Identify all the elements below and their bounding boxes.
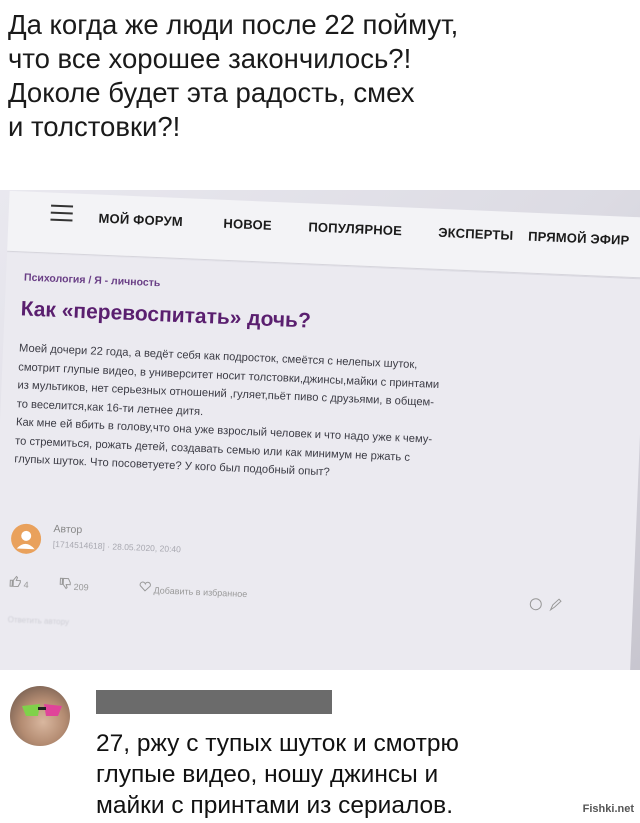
edit-icon[interactable]: [548, 598, 563, 615]
nav-live[interactable]: ПРЯМОЙ ЭФИР: [528, 229, 630, 248]
post-actions: 4 209 Добавить в избранное: [9, 575, 569, 618]
thumbs-down-icon: [59, 577, 71, 590]
meme-caption: Да когда же люди после 22 поймут, что вс…: [8, 8, 632, 144]
sunglasses-icon: [22, 704, 62, 716]
caption-line: и толстовки?!: [8, 111, 181, 142]
caption-line: Да когда же люди после 22 поймут,: [8, 9, 459, 40]
nav-popular[interactable]: ПОПУЛЯРНОЕ: [308, 219, 402, 238]
forum-screen-photo: МОЙ ФОРУМ НОВОЕ ПОПУЛЯРНОЕ ЭКСПЕРТЫ ПРЯМ…: [0, 190, 640, 670]
nav-my-forum[interactable]: МОЙ ФОРУМ: [98, 211, 183, 230]
comment-text: 27, ржу с тупых шуток и смотрю глупые ви…: [96, 728, 616, 821]
caption-line: что все хорошее закончилось?!: [8, 43, 412, 74]
comment-line: майки с принтами из сериалов.: [96, 792, 453, 819]
post-content: Психология / Я - личность Как «перевоспи…: [0, 252, 640, 670]
comment-line: глупые видео, ношу джинсы и: [96, 761, 439, 788]
user-icon: [16, 530, 35, 550]
commenter-avatar: [10, 686, 70, 746]
nav-new[interactable]: НОВОЕ: [223, 216, 272, 233]
heart-icon: [139, 581, 151, 592]
dislike-button[interactable]: 209: [59, 577, 89, 592]
comment: 27, ржу с тупых шуток и смотрю глупые ви…: [0, 670, 640, 823]
author-label: Автор: [53, 522, 83, 537]
author-avatar: [10, 523, 42, 555]
reply-icon[interactable]: [528, 597, 543, 614]
add-favorite-label: Добавить в избранное: [153, 585, 248, 600]
watermark: Fishki.net: [582, 803, 634, 815]
like-count: 4: [23, 579, 29, 590]
comment-line: 27, ржу с тупых шуток и смотрю: [96, 730, 459, 757]
reply-to-author-link[interactable]: Ответить автору: [8, 615, 70, 627]
post-title: Как «перевоспитать» дочь?: [20, 297, 312, 333]
breadcrumb[interactable]: Психология / Я - личность: [24, 272, 161, 290]
dislike-count: 209: [73, 581, 89, 593]
forum-screen: МОЙ ФОРУМ НОВОЕ ПОПУЛЯРНОЕ ЭКСПЕРТЫ ПРЯМ…: [0, 190, 640, 670]
like-button[interactable]: 4: [9, 575, 29, 590]
hamburger-menu-icon[interactable]: [50, 204, 74, 227]
add-favorite-button[interactable]: Добавить в избранное: [139, 581, 248, 600]
nav-experts[interactable]: ЭКСПЕРТЫ: [438, 225, 514, 243]
redacted-username: [96, 690, 332, 714]
caption-line: Доколе будет эта радость, смех: [8, 77, 415, 108]
author-meta: [1714514618] · 28.05.2020, 20:40: [52, 538, 182, 555]
thumbs-up-icon: [9, 575, 21, 588]
post-body: Моей дочери 22 года, а ведёт себя как по…: [14, 339, 609, 493]
